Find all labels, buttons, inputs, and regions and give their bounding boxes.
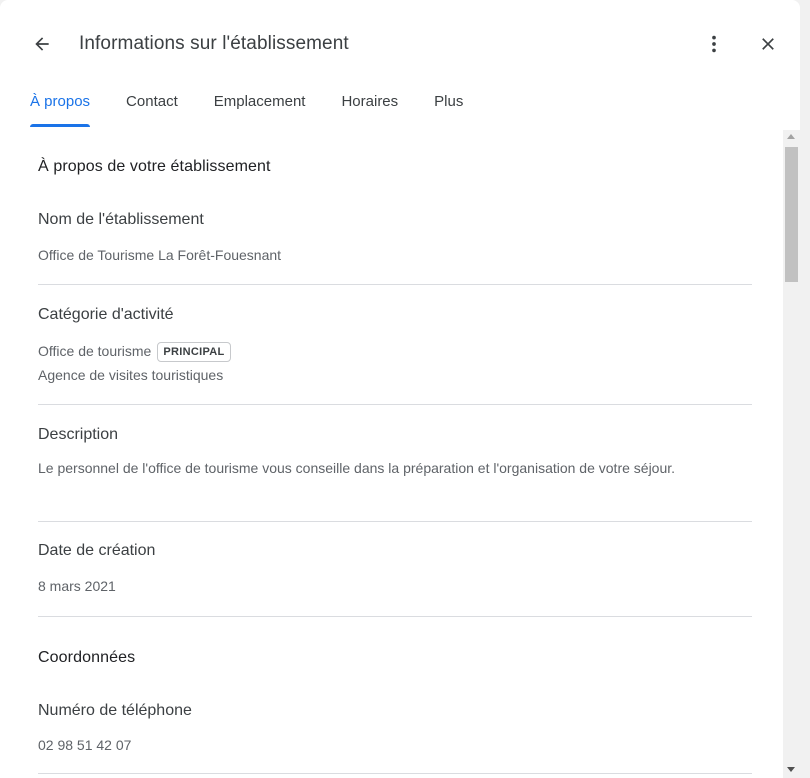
divider [38,404,752,405]
more-vert-icon [712,35,716,53]
scroll-down-arrow-icon[interactable] [787,767,795,772]
tab-about[interactable]: À propos [30,90,91,130]
more-options-button[interactable] [700,30,728,58]
tab-more[interactable]: Plus [434,90,463,130]
secondary-category[interactable]: Agence de visites touristiques [38,365,738,385]
panel-header: Informations sur l'établissement [0,0,800,88]
business-info-panel: Informations sur l'établissement À propo… [0,0,800,778]
tab-location[interactable]: Emplacement [214,90,306,130]
primary-category-value: Office de tourisme [38,343,152,359]
close-button[interactable] [754,30,782,58]
date-value[interactable]: 8 mars 2021 [38,576,738,596]
close-icon [762,38,774,50]
tab-contact[interactable]: Contact [126,90,178,130]
divider [38,284,752,285]
name-label[interactable]: Nom de l'établissement [38,211,204,229]
date-label[interactable]: Date de création [38,542,155,560]
phone-value[interactable]: 02 98 51 42 07 [38,735,738,755]
divider [38,616,752,617]
contact-section-heading: Coordonnées [38,649,136,666]
phone-label[interactable]: Numéro de téléphone [38,702,192,720]
description-label[interactable]: Description [38,426,118,444]
divider [38,521,752,522]
scroll-up-arrow-icon[interactable] [787,134,795,139]
about-section-heading: À propos de votre établissement [38,158,271,175]
content-scrollbar[interactable] [783,130,800,778]
description-value[interactable]: Le personnel de l'office de tourisme vou… [38,458,738,478]
tab-bar: À propos Contact Emplacement Horaires Pl… [30,90,499,130]
panel-title: Informations sur l'établissement [79,33,349,54]
back-button[interactable] [28,30,56,58]
scroll-thumb[interactable] [785,147,798,282]
arrow-left-icon [35,37,49,51]
category-label[interactable]: Catégorie d'activité [38,306,174,324]
name-value[interactable]: Office de Tourisme La Forêt-Fouesnant [38,245,738,265]
tab-hours[interactable]: Horaires [341,90,398,130]
divider [38,773,752,774]
primary-category[interactable]: Office de tourisme PRINCIPAL [38,341,738,362]
about-content: À propos de votre établissement Nom de l… [0,130,783,778]
primary-badge: PRINCIPAL [157,342,231,362]
